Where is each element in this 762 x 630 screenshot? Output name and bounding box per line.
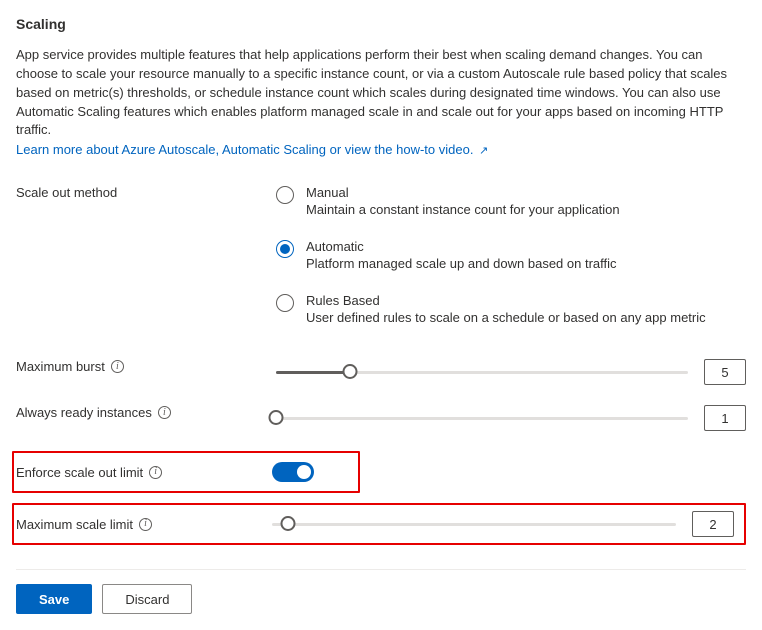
radio-option-manual[interactable]: Manual Maintain a constant instance coun… [276, 185, 706, 217]
always-ready-slider[interactable] [276, 409, 688, 427]
save-button[interactable]: Save [16, 584, 92, 614]
radio-label: Automatic [306, 239, 617, 254]
learn-more-link[interactable]: Learn more about Azure Autoscale, Automa… [16, 142, 488, 157]
page-title: Scaling [16, 16, 746, 32]
radio-icon [276, 240, 294, 258]
info-icon[interactable]: i [139, 518, 152, 531]
radio-label: Rules Based [306, 293, 706, 308]
always-ready-value[interactable]: 1 [704, 405, 746, 431]
scale-method-row: Scale out method Manual Maintain a const… [16, 185, 746, 325]
info-icon[interactable]: i [111, 360, 124, 373]
radio-option-rules[interactable]: Rules Based User defined rules to scale … [276, 293, 706, 325]
radio-icon [276, 294, 294, 312]
radio-desc: User defined rules to scale on a schedul… [306, 310, 706, 325]
enforce-limit-highlight: Enforce scale out limit i [12, 451, 360, 493]
max-burst-label: Maximum burst [16, 359, 105, 374]
enforce-limit-label: Enforce scale out limit [16, 465, 143, 480]
intro-text: App service provides multiple features t… [16, 46, 746, 140]
learn-more-text: Learn more about Azure Autoscale, Automa… [16, 142, 473, 157]
always-ready-label: Always ready instances [16, 405, 152, 420]
radio-desc: Maintain a constant instance count for y… [306, 202, 620, 217]
max-limit-label: Maximum scale limit [16, 517, 133, 532]
max-burst-row: Maximum burst i 5 [16, 359, 746, 385]
max-limit-value[interactable]: 2 [692, 511, 734, 537]
radio-desc: Platform managed scale up and down based… [306, 256, 617, 271]
radio-label: Manual [306, 185, 620, 200]
enforce-limit-toggle[interactable] [272, 462, 314, 482]
info-icon[interactable]: i [149, 466, 162, 479]
max-limit-slider[interactable] [272, 515, 676, 533]
divider [16, 569, 746, 570]
max-burst-value[interactable]: 5 [704, 359, 746, 385]
max-burst-slider[interactable] [276, 363, 688, 381]
external-link-icon: ↗ [479, 145, 488, 157]
max-limit-highlight: Maximum scale limit i 2 [12, 503, 746, 545]
scale-method-label: Scale out method [16, 185, 117, 200]
info-icon[interactable]: i [158, 406, 171, 419]
radio-option-automatic[interactable]: Automatic Platform managed scale up and … [276, 239, 706, 271]
radio-icon [276, 186, 294, 204]
always-ready-row: Always ready instances i 1 [16, 405, 746, 431]
discard-button[interactable]: Discard [102, 584, 192, 614]
actions-bar: Save Discard [16, 584, 746, 614]
